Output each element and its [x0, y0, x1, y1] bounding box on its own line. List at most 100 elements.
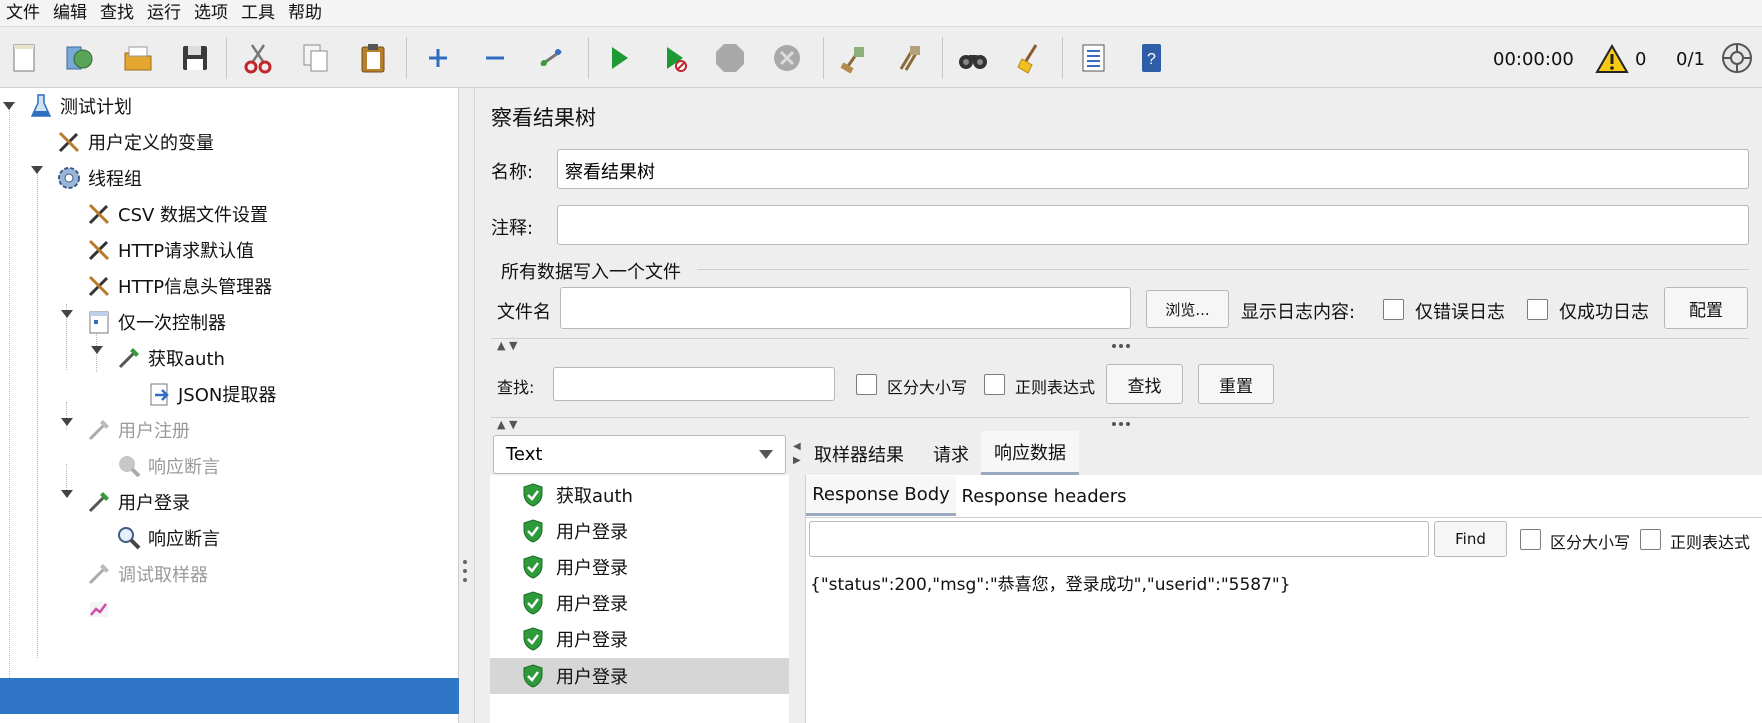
- search-field[interactable]: [553, 367, 835, 401]
- split-grip-icon[interactable]: [1112, 422, 1130, 426]
- collapse-toggle-icon[interactable]: [3, 102, 15, 110]
- clear-icon[interactable]: [835, 40, 871, 76]
- tree-node-thread-group[interactable]: 线程组: [54, 160, 142, 196]
- split-grip-icon[interactable]: [1112, 344, 1130, 348]
- response-find-field[interactable]: [809, 521, 1429, 557]
- toggle-icon[interactable]: [533, 40, 569, 76]
- collapse-toggle-icon[interactable]: [31, 166, 43, 174]
- clear-all-icon[interactable]: [891, 40, 927, 76]
- tree-node-json-extractor[interactable]: JSON提取器: [144, 376, 276, 412]
- collapse-arrows-icon[interactable]: ▲ ▼: [497, 339, 517, 352]
- tree-node-label: 获取auth: [148, 349, 225, 370]
- tree-node-user-login[interactable]: 用户登录: [84, 484, 190, 520]
- tree-node-test-plan[interactable]: 测试计划: [26, 88, 132, 124]
- case-sensitive-checkbox[interactable]: [856, 374, 877, 395]
- collapse-toggle-icon[interactable]: [61, 490, 73, 498]
- browse-button[interactable]: 浏览...: [1146, 290, 1229, 328]
- tree-node-label: 仅一次控制器: [118, 313, 226, 334]
- collapse-toggle-icon[interactable]: [61, 310, 73, 318]
- copy-icon[interactable]: [298, 40, 334, 76]
- tree-node-http-defaults[interactable]: HTTP请求默认值: [84, 232, 254, 268]
- result-item[interactable]: 用户登录: [490, 549, 789, 585]
- search-icon[interactable]: [955, 40, 991, 76]
- tab-sampler-result[interactable]: 取样器结果: [807, 434, 911, 474]
- tree-node-once-only-controller[interactable]: 仅一次控制器: [84, 304, 226, 340]
- cut-icon[interactable]: [240, 40, 276, 76]
- response-find-button[interactable]: Find: [1434, 521, 1507, 557]
- config-tools-icon: [84, 199, 114, 229]
- comment-field[interactable]: [557, 205, 1749, 245]
- menu-options[interactable]: 选项: [188, 0, 235, 27]
- response-body-text: {"status":200,"msg":"恭喜您，登录成功","userid":…: [810, 575, 1291, 595]
- new-icon[interactable]: [6, 40, 42, 76]
- menu-search[interactable]: 查找: [94, 0, 141, 27]
- filename-label: 文件名: [497, 302, 551, 323]
- response-regex-checkbox[interactable]: [1640, 529, 1661, 550]
- collapse-arrows-icon[interactable]: ▲ ▼: [497, 418, 517, 431]
- open-icon[interactable]: [120, 40, 156, 76]
- tab-request[interactable]: 请求: [920, 434, 982, 474]
- collapse-all-icon[interactable]: [477, 40, 513, 76]
- tree-node-label: HTTP信息头管理器: [118, 277, 273, 298]
- tree-node-user-defined-variables[interactable]: 用户定义的变量: [54, 124, 214, 160]
- start-icon[interactable]: [601, 40, 637, 76]
- menu-tools[interactable]: 工具: [235, 0, 282, 27]
- expand-all-icon[interactable]: [420, 40, 456, 76]
- menu-edit[interactable]: 编辑: [47, 0, 94, 27]
- configure-button[interactable]: 配置: [1664, 287, 1748, 329]
- response-case-sensitive-label: 区分大小写: [1550, 533, 1631, 552]
- svg-text:?: ?: [1147, 51, 1156, 68]
- tree-node-label: 调试取样器: [118, 565, 208, 586]
- start-no-pauses-icon[interactable]: [657, 40, 693, 76]
- tree-node-http-header-manager[interactable]: HTTP信息头管理器: [84, 268, 272, 304]
- result-item[interactable]: 获取auth: [490, 477, 789, 513]
- warning-icon[interactable]: [1594, 41, 1630, 77]
- templates-icon[interactable]: [60, 40, 96, 76]
- renderer-selected-value: Text: [506, 444, 543, 465]
- reset-search-icon[interactable]: [1013, 40, 1049, 76]
- result-item[interactable]: 用户登录: [490, 621, 789, 657]
- reset-button[interactable]: 重置: [1198, 364, 1274, 404]
- name-field[interactable]: 察看结果树: [557, 149, 1749, 189]
- stop-icon: [712, 40, 748, 76]
- collapse-toggle-icon[interactable]: [91, 346, 103, 354]
- collapse-toggle-icon[interactable]: [61, 418, 73, 426]
- regex-checkbox[interactable]: [984, 374, 1005, 395]
- tree-node-user-register[interactable]: 用户注册: [84, 412, 190, 448]
- tree-node-csv-config[interactable]: CSV 数据文件设置: [84, 196, 268, 232]
- response-case-sensitive-checkbox[interactable]: [1520, 529, 1541, 550]
- collapse-side-arrows-icon[interactable]: ◀ ▶: [793, 440, 801, 468]
- tree-node-get-auth[interactable]: 获取auth: [114, 340, 225, 376]
- tree-node-response-assertion[interactable]: 响应断言: [114, 520, 220, 556]
- tree-selection-highlight: [0, 678, 459, 714]
- log-content-label: 显示日志内容:: [1241, 302, 1356, 323]
- tree-node-response-assertion-disabled[interactable]: 响应断言: [114, 448, 220, 484]
- menu-file[interactable]: 文件: [0, 0, 47, 27]
- tree-node-label: 用户注册: [118, 421, 190, 442]
- find-button[interactable]: 查找: [1106, 364, 1183, 404]
- regex-label: 正则表达式: [1015, 378, 1096, 397]
- menu-help[interactable]: 帮助: [282, 0, 329, 27]
- renderer-select[interactable]: Text: [493, 435, 786, 474]
- magnifier-icon: [114, 523, 144, 553]
- tree-node-label: 用户定义的变量: [88, 133, 214, 154]
- result-item-selected[interactable]: 用户登录: [490, 658, 789, 694]
- result-item[interactable]: 用户登录: [490, 513, 789, 549]
- tab-response-data[interactable]: 响应数据: [981, 431, 1079, 475]
- tree-node-view-results-tree[interactable]: 察看结果树: [84, 590, 208, 626]
- result-item-label: 用户登录: [556, 522, 628, 543]
- success-only-checkbox[interactable]: [1527, 299, 1548, 320]
- help-icon[interactable]: ?: [1133, 40, 1169, 76]
- tree-node-debug-sampler[interactable]: 调试取样器: [84, 556, 208, 592]
- splitter-handle[interactable]: [463, 560, 467, 582]
- save-icon[interactable]: [177, 40, 213, 76]
- function-helper-icon[interactable]: [1075, 40, 1111, 76]
- result-item-label: 用户登录: [556, 630, 628, 651]
- subtab-response-headers[interactable]: Response headers: [962, 476, 1127, 516]
- paste-icon[interactable]: [355, 40, 391, 76]
- subtab-response-body[interactable]: Response Body: [806, 476, 956, 516]
- filename-field[interactable]: [560, 287, 1131, 329]
- menu-run[interactable]: 运行: [141, 0, 188, 27]
- errors-only-checkbox[interactable]: [1383, 299, 1404, 320]
- result-item[interactable]: 用户登录: [490, 585, 789, 621]
